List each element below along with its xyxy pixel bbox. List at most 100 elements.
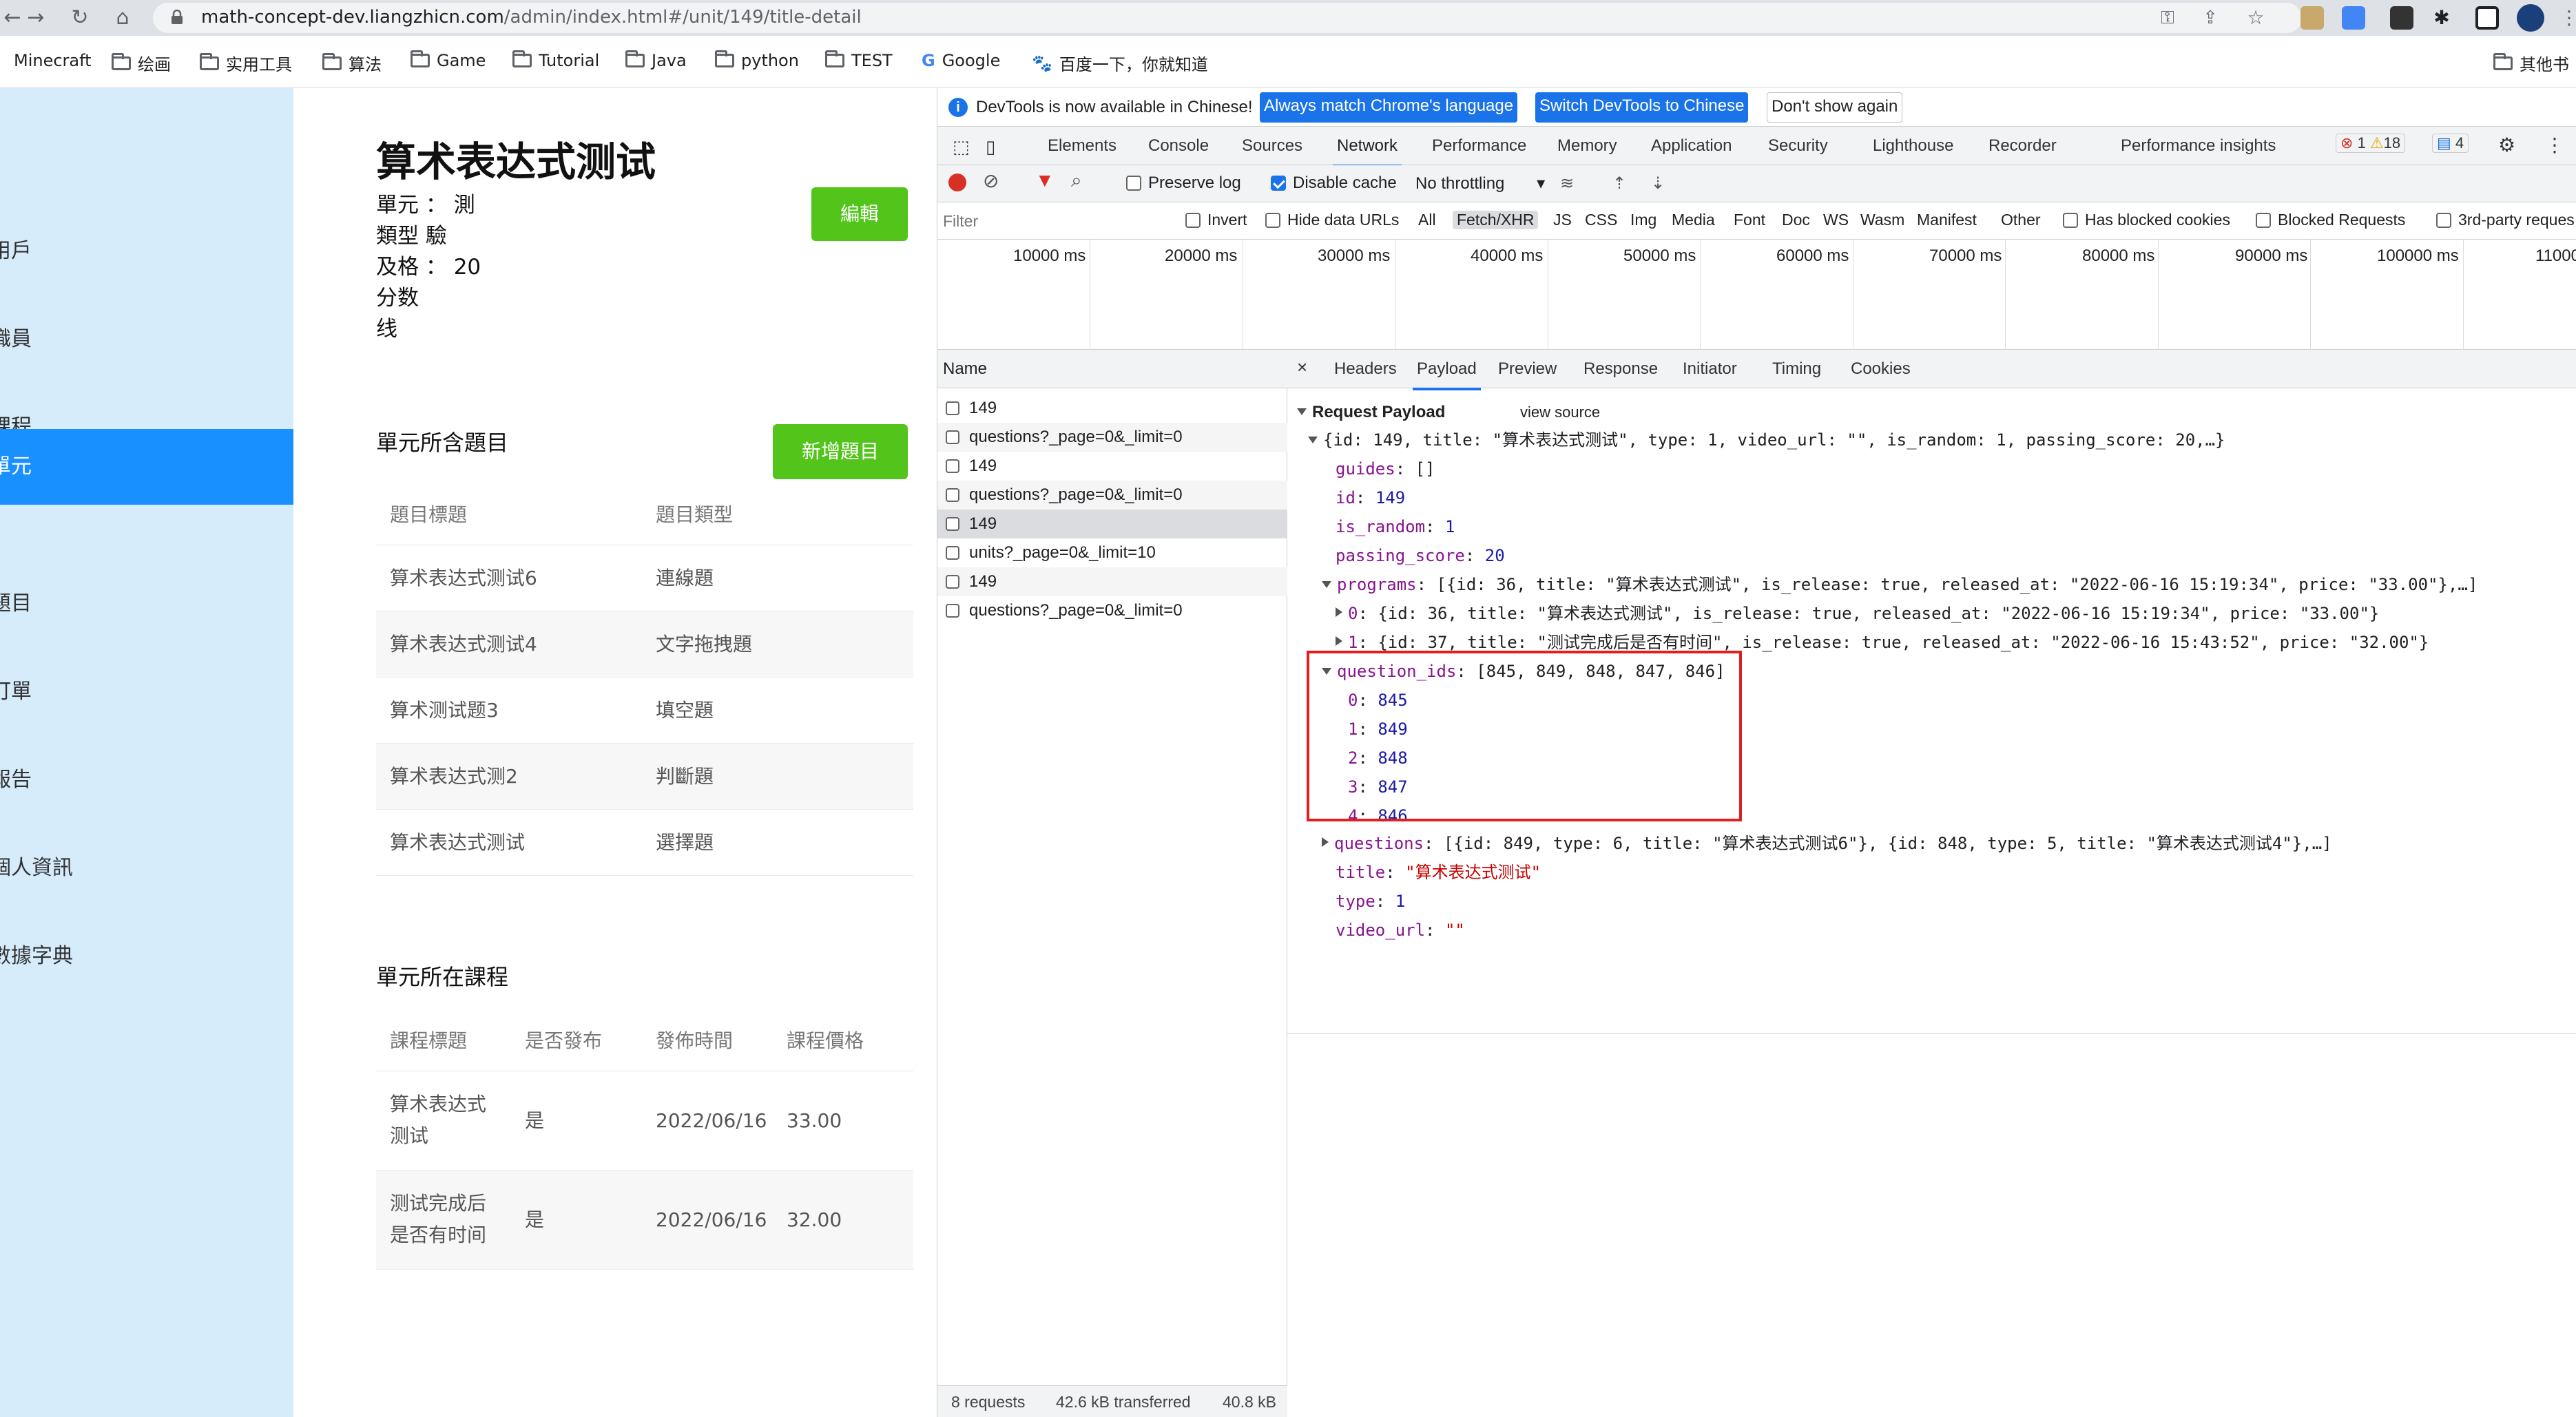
table-row[interactable]: 算术测试题3 填空題 <box>376 678 913 744</box>
sidebar-item-questions[interactable]: 題目 <box>0 566 293 642</box>
inspect-element-icon[interactable]: ⬚ <box>953 136 970 158</box>
filter-wasm[interactable]: Wasm <box>1860 211 1904 229</box>
table-row[interactable]: 算术表达式测试4 文字拖拽題 <box>376 611 913 678</box>
bookmark-folder[interactable]: TEST <box>825 50 893 70</box>
search-icon[interactable]: ⌕ <box>1071 169 1082 192</box>
share-icon[interactable]: ⇪ <box>2199 6 2222 30</box>
record-icon[interactable] <box>948 174 966 191</box>
more-options-icon[interactable]: ⋮ <box>2545 134 2564 156</box>
home-icon[interactable]: ⌂ <box>110 6 135 30</box>
dont-show-again-button[interactable]: Don't show again <box>1767 92 1903 123</box>
bookmark-minecraft[interactable]: Minecraft <box>14 51 92 70</box>
filter-ws[interactable]: WS <box>1823 211 1849 229</box>
switch-to-chinese-button[interactable]: Switch DevTools to Chinese <box>1535 92 1749 123</box>
network-conditions-icon[interactable]: ≋ <box>1560 174 1574 193</box>
messages-counter[interactable]: ▤ 4 <box>2432 134 2469 153</box>
bookmark-folder[interactable]: Game <box>411 50 486 70</box>
list-item[interactable]: questions?_page=0&_limit=0 <box>937 481 1287 510</box>
camera-icon[interactable] <box>2390 6 2413 30</box>
puzzle-icon[interactable]: ✱ <box>2430 6 2453 30</box>
filter-js[interactable]: JS <box>1553 211 1572 229</box>
close-icon[interactable]: × <box>1297 357 1307 378</box>
tab-performance-insights[interactable]: Performance insights <box>2121 136 2276 156</box>
list-item[interactable]: 149 <box>937 567 1287 596</box>
tab-sources[interactable]: Sources <box>1242 136 1302 156</box>
bookmark-baidu[interactable]: 🐾 百度一下，你就知道 <box>1032 51 1208 75</box>
address-bar[interactable]: math-concept-dev.liangzhicn.com/admin/in… <box>153 3 2302 33</box>
device-toolbar-icon[interactable]: ▯ <box>986 136 995 158</box>
bookmark-other[interactable]: 其他书 <box>2493 51 2569 75</box>
sidebar-item-profile[interactable]: 個人資訊 <box>0 830 293 906</box>
tab-headers[interactable]: Headers <box>1334 359 1397 379</box>
reload-icon[interactable]: ↻ <box>67 6 92 30</box>
sidebar-item-dictionary[interactable]: 數據字典 <box>0 919 293 994</box>
tab-security[interactable]: Security <box>1768 136 1828 156</box>
table-row[interactable]: 算术表达式 测试 是 2022/06/16 33.00 <box>376 1071 913 1171</box>
tab-initiator[interactable]: Initiator <box>1683 359 1737 379</box>
filter-doc[interactable]: Doc <box>1782 211 1810 229</box>
sidebar-item-reports[interactable]: 報告 <box>0 742 293 818</box>
filter-input[interactable] <box>943 208 1177 234</box>
filter-manifest[interactable]: Manifest <box>1917 211 1977 229</box>
always-match-language-button[interactable]: Always match Chrome's language <box>1260 92 1518 123</box>
add-question-button[interactable]: 新增題目 <box>773 424 908 479</box>
tab-application[interactable]: Application <box>1651 136 1732 156</box>
export-har-icon[interactable]: ⇣ <box>1651 174 1665 193</box>
tab-response[interactable]: Response <box>1583 359 1658 379</box>
tab-payload[interactable]: Payload <box>1413 359 1481 390</box>
filter-icon[interactable]: ▼ <box>1035 169 1055 191</box>
third-party-requests-checkbox[interactable]: 3rd-party reques <box>2436 211 2575 229</box>
tab-memory[interactable]: Memory <box>1557 136 1617 156</box>
filter-all[interactable]: All <box>1418 211 1436 229</box>
bookmark-folder[interactable]: Java <box>625 50 687 70</box>
payload-root[interactable]: {id: 149, title: "算术表达式测试", type: 1, vid… <box>1308 426 2225 454</box>
tab-timing[interactable]: Timing <box>1772 359 1821 379</box>
filter-css[interactable]: CSS <box>1585 211 1617 229</box>
sidebar-item-orders[interactable]: 訂單 <box>0 654 293 730</box>
table-row[interactable]: 算术表达式测2 判斷題 <box>376 744 913 810</box>
sidebar-toggle-icon[interactable] <box>2475 6 2499 30</box>
list-item[interactable]: 149 <box>937 510 1287 538</box>
list-item[interactable]: 149 <box>937 394 1287 423</box>
tab-console[interactable]: Console <box>1148 136 1209 156</box>
throttling-select[interactable]: No throttling ▾ <box>1415 174 1545 193</box>
hide-data-urls-checkbox[interactable]: Hide data URLs <box>1265 211 1399 229</box>
has-blocked-cookies-checkbox[interactable]: Has blocked cookies <box>2063 211 2230 229</box>
payload-field-program[interactable]: 1: {id: 37, title: "测试完成后是否有时间", is_rele… <box>1336 628 2429 657</box>
tab-recorder[interactable]: Recorder <box>1988 136 2057 156</box>
view-source-link[interactable]: view source <box>1520 398 1600 427</box>
sidebar-item-staff[interactable]: 職員 <box>0 302 293 377</box>
filter-fetch-xhr[interactable]: Fetch/XHR <box>1453 211 1539 229</box>
tab-preview[interactable]: Preview <box>1498 359 1557 379</box>
payload-field-programs[interactable]: programs: [{id: 36, title: "算术表达式测试", is… <box>1322 570 2478 599</box>
bookmark-folder[interactable]: 实用工具 <box>200 51 292 75</box>
bookmark-folder[interactable]: python <box>715 50 799 70</box>
invert-checkbox[interactable]: Invert <box>1185 211 1247 229</box>
gear-icon[interactable]: ⚙ <box>2498 134 2515 156</box>
network-overview-timeline[interactable]: 10000 ms 20000 ms 30000 ms 40000 ms 5000… <box>937 240 2576 376</box>
tab-lighthouse[interactable]: Lighthouse <box>1873 136 1953 156</box>
issues-counter[interactable]: ⊗ 1 ⚠18 <box>2336 134 2406 153</box>
blocked-requests-checkbox[interactable]: Blocked Requests <box>2256 211 2405 229</box>
extension-image-icon[interactable] <box>2300 6 2324 30</box>
table-row[interactable]: 测试完成后 是否有时间 是 2022/06/16 32.00 <box>376 1171 913 1270</box>
translate-icon[interactable] <box>2342 6 2365 30</box>
menu-dots-icon[interactable]: ⋮ <box>2559 6 2576 30</box>
tab-elements[interactable]: Elements <box>1048 136 1116 156</box>
tab-cookies[interactable]: Cookies <box>1851 359 1911 379</box>
table-row[interactable]: 算术表达式测试 選擇題 <box>376 810 913 876</box>
payload-field-questions[interactable]: questions: [{id: 849, type: 6, title: "算… <box>1322 829 2332 858</box>
list-item[interactable]: units?_page=0&_limit=10 <box>937 538 1287 567</box>
star-icon[interactable]: ☆ <box>2244 6 2267 30</box>
bookmark-folder[interactable]: 算法 <box>322 51 382 75</box>
forward-icon[interactable]: → <box>23 6 48 30</box>
bookmark-folder[interactable]: Tutorial <box>512 50 599 70</box>
payload-field-program[interactable]: 0: {id: 36, title: "算术表达式测试", is_release… <box>1336 599 2379 628</box>
preserve-log-checkbox[interactable]: Preserve log <box>1126 174 1241 193</box>
sidebar-item-units[interactable]: 單元 <box>0 429 293 505</box>
request-payload-section[interactable]: Request Payload <box>1297 398 1445 427</box>
back-icon[interactable]: ← <box>0 6 25 30</box>
clear-icon[interactable]: ⊘ <box>983 169 999 192</box>
sidebar-item-users[interactable]: 用戶 <box>0 213 293 289</box>
filter-font[interactable]: Font <box>1734 211 1765 229</box>
